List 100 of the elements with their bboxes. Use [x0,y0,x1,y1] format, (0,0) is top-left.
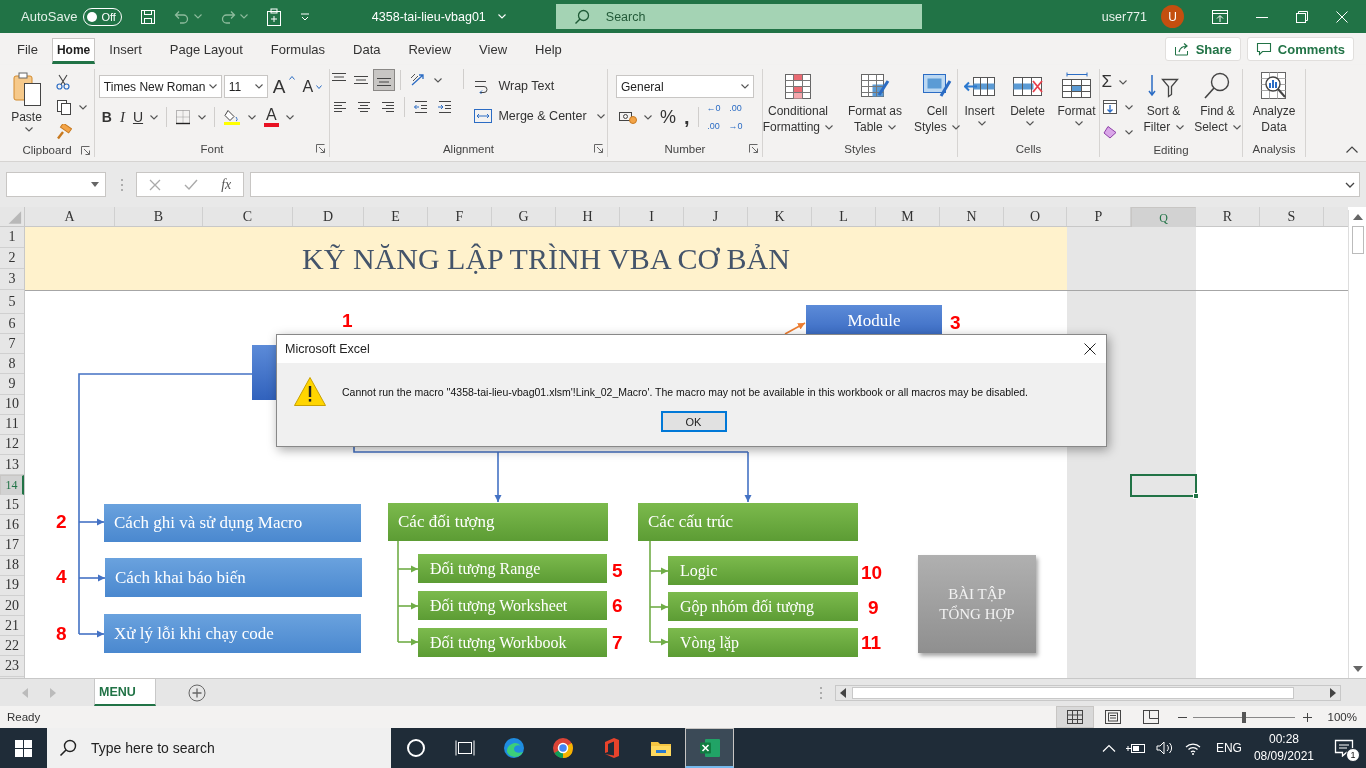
check-icon[interactable] [183,178,198,191]
column-header[interactable]: B [115,207,203,226]
percent-button[interactable]: % [657,106,679,128]
row-header[interactable]: 8 [0,354,24,375]
dialog-launcher-icon[interactable] [81,145,90,155]
caret-icon[interactable] [977,121,986,126]
scroll-right-icon[interactable] [1330,687,1336,698]
avatar[interactable]: U [1161,5,1184,28]
ribbon-tab[interactable]: Help [521,33,576,65]
caret-icon[interactable] [1025,121,1034,126]
decrease-decimal-button[interactable]: .00 →0 [725,106,746,128]
column-header[interactable]: F [428,207,492,226]
dialog-launcher-icon[interactable] [316,144,325,153]
drag-handle-icon[interactable] [120,177,124,192]
format-button[interactable]: Format [1053,69,1100,126]
find-select-button[interactable]: Find & Select [1191,69,1244,135]
search-field[interactable]: Search [603,8,904,25]
number-format-field[interactable]: General [616,75,754,98]
row-header[interactable]: 14 [0,475,24,496]
row-header[interactable]: 17 [0,535,24,556]
font-color-button[interactable]: A [261,106,297,128]
delete-button[interactable]: Delete [1005,69,1050,126]
ribbon-tab[interactable]: Insert [95,33,156,65]
caret-icon[interactable] [1232,125,1241,131]
caret-icon[interactable] [24,127,33,132]
column-header[interactable]: L [812,207,876,226]
undo-icon[interactable] [173,9,190,24]
grow-font-button[interactable]: A [269,75,298,98]
vertical-scrollbar[interactable] [1348,210,1366,678]
scroll-up-icon[interactable] [1352,214,1363,220]
share-button[interactable]: Share [1164,37,1241,61]
row-header[interactable]: 18 [0,555,24,576]
taskbar-search-field[interactable]: Type here to search [89,739,389,757]
caret-icon[interactable] [285,114,294,120]
ribbon-tab[interactable]: View [465,33,522,65]
ribbon-tab[interactable]: Page Layout [155,33,257,65]
font-size-field[interactable]: 11 [223,75,268,98]
save-icon[interactable] [139,8,156,25]
caret-icon[interactable] [741,84,749,89]
row-header[interactable]: 21 [0,616,24,637]
column-header[interactable]: E [364,207,428,226]
sort-filter-button[interactable]: Sort & Filter [1139,69,1188,135]
bold-button[interactable]: B [98,106,115,128]
column-header[interactable]: M [876,207,940,226]
scroll-thumb[interactable] [1351,226,1364,254]
caret-icon[interactable] [248,114,257,120]
customize-caret-icon[interactable] [299,12,310,21]
format-as-table-button[interactable]: Format as Table [842,69,908,135]
restore-icon[interactable] [1296,10,1308,23]
ribbon-tab[interactable]: Data [339,33,395,65]
expand-icon[interactable] [1345,181,1355,188]
caret-icon[interactable] [1124,104,1133,110]
search-bar[interactable]: Search [555,4,922,29]
selected-cell[interactable] [1130,474,1197,497]
zoom-in-icon[interactable] [1302,712,1312,722]
underline-button[interactable]: U [129,106,162,128]
ribbon-display-icon[interactable] [1212,9,1228,24]
zoom-slider-thumb[interactable] [1241,711,1246,723]
comma-button[interactable]: , [681,106,693,128]
ok-button[interactable]: OK [660,411,727,432]
shrink-font-button[interactable]: A [299,75,326,98]
scroll-thumb[interactable] [852,686,1294,699]
align-button[interactable] [373,69,396,91]
row-header[interactable]: 20 [0,595,24,617]
dialog-launcher-icon[interactable] [594,144,603,153]
drag-handle-icon[interactable] [819,685,823,700]
caret-icon[interactable] [952,125,960,131]
autosum-button[interactable]: Σ [1098,71,1136,93]
italic-button[interactable]: I [116,106,128,128]
row-header[interactable]: 15 [0,495,24,516]
row-header[interactable]: 6 [0,314,24,335]
column-header[interactable]: G [492,207,556,226]
dropdown-icon[interactable] [91,182,99,187]
row-header[interactable]: 7 [0,334,24,355]
add-sheet-icon[interactable] [188,683,206,702]
column-header[interactable]: C [203,207,293,226]
notification-icon[interactable] [1334,739,1354,757]
insert-function-button[interactable]: fx [221,176,232,193]
row-header[interactable]: 19 [0,575,24,596]
comments-button[interactable]: Comments [1246,37,1354,61]
row-header[interactable]: 22 [0,636,24,657]
zoom-level[interactable]: 100% [1327,711,1357,723]
taskbar-search-bar[interactable]: Type here to search [47,728,391,768]
caret-icon[interactable] [1074,121,1083,126]
column-header[interactable]: I [620,207,684,226]
caret-icon[interactable] [596,113,605,119]
font-name-field[interactable]: Times New Roman [98,75,222,98]
caret-icon[interactable] [888,125,896,131]
scroll-left-icon[interactable] [840,687,846,698]
row-header[interactable]: 3 [0,269,24,290]
sheet-tab[interactable]: MENU [94,678,156,706]
clipboard-icon[interactable] [265,7,282,26]
column-header[interactable]: A [25,207,115,226]
caret-icon[interactable] [825,125,834,131]
dialog-launcher-icon[interactable] [749,144,758,153]
ribbon-tab[interactable]: Review [394,33,466,65]
row-header[interactable]: 9 [0,374,24,395]
redo-icon[interactable] [219,9,236,24]
column-header[interactable]: H [556,207,620,226]
row-header[interactable]: 16 [0,515,24,536]
